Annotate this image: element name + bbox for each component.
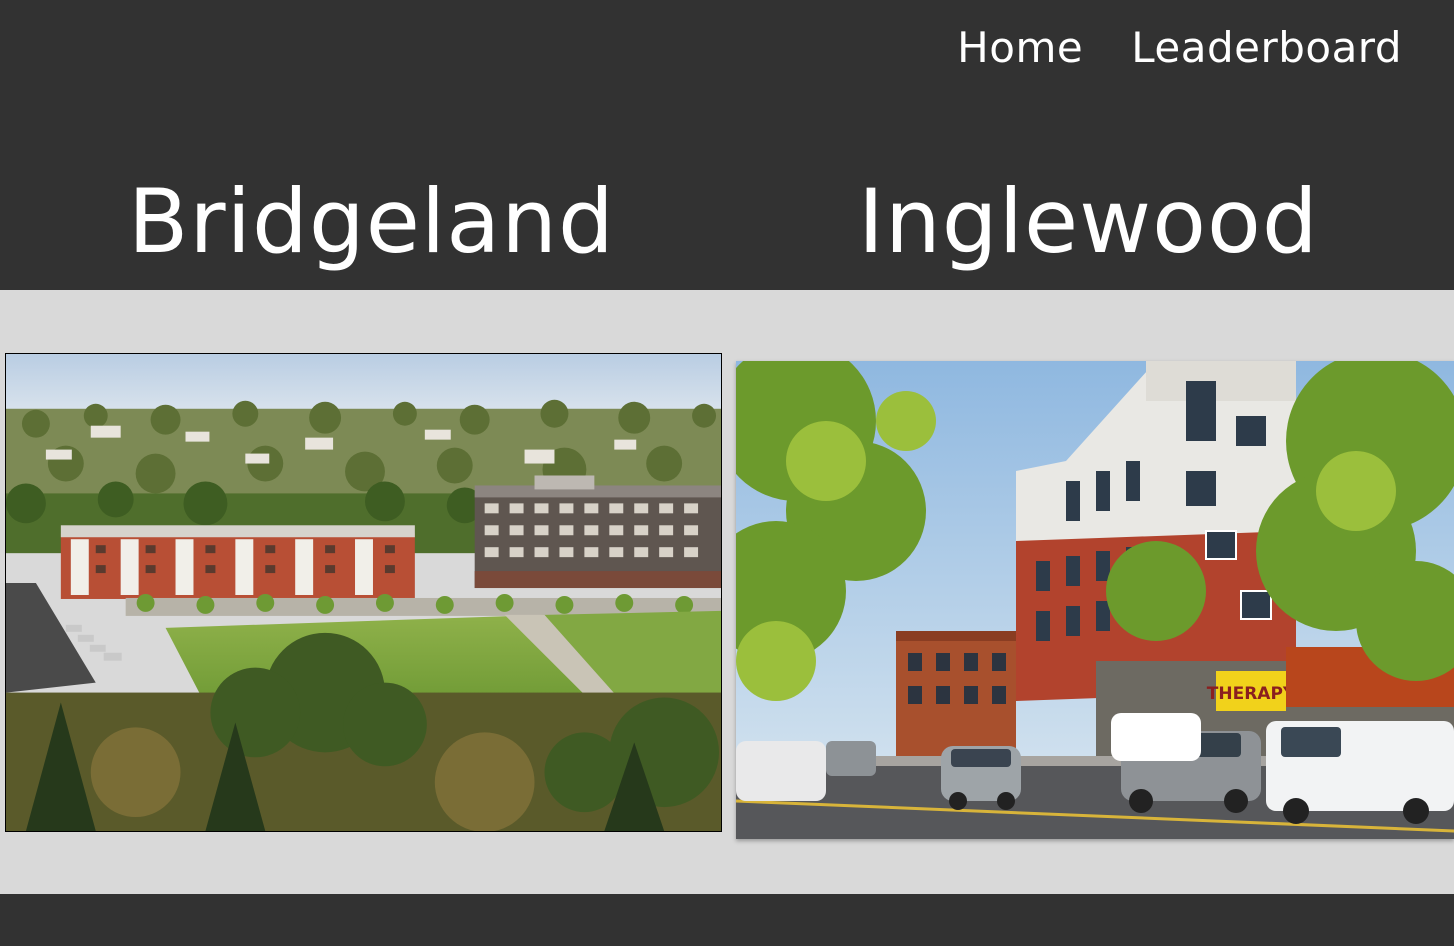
main-nav: Home Leaderboard: [957, 22, 1402, 74]
choice-photo-right[interactable]: THERAPY: [736, 361, 1454, 839]
choice-photo-left[interactable]: [5, 353, 722, 832]
choice-title-right: Inglewood: [858, 170, 1319, 273]
therapy-sign-text: THERAPY: [1207, 684, 1296, 704]
bridgeland-aerial-photo: [6, 354, 721, 831]
nav-leaderboard-link[interactable]: Leaderboard: [1131, 22, 1402, 74]
site-footer: [0, 894, 1454, 946]
choice-title-left: Bridgeland: [128, 170, 615, 273]
nav-home-link[interactable]: Home: [957, 22, 1083, 74]
inglewood-street-photo: THERAPY: [736, 361, 1454, 839]
site-header: Home Leaderboard Bridgeland Inglewood: [0, 0, 1454, 290]
